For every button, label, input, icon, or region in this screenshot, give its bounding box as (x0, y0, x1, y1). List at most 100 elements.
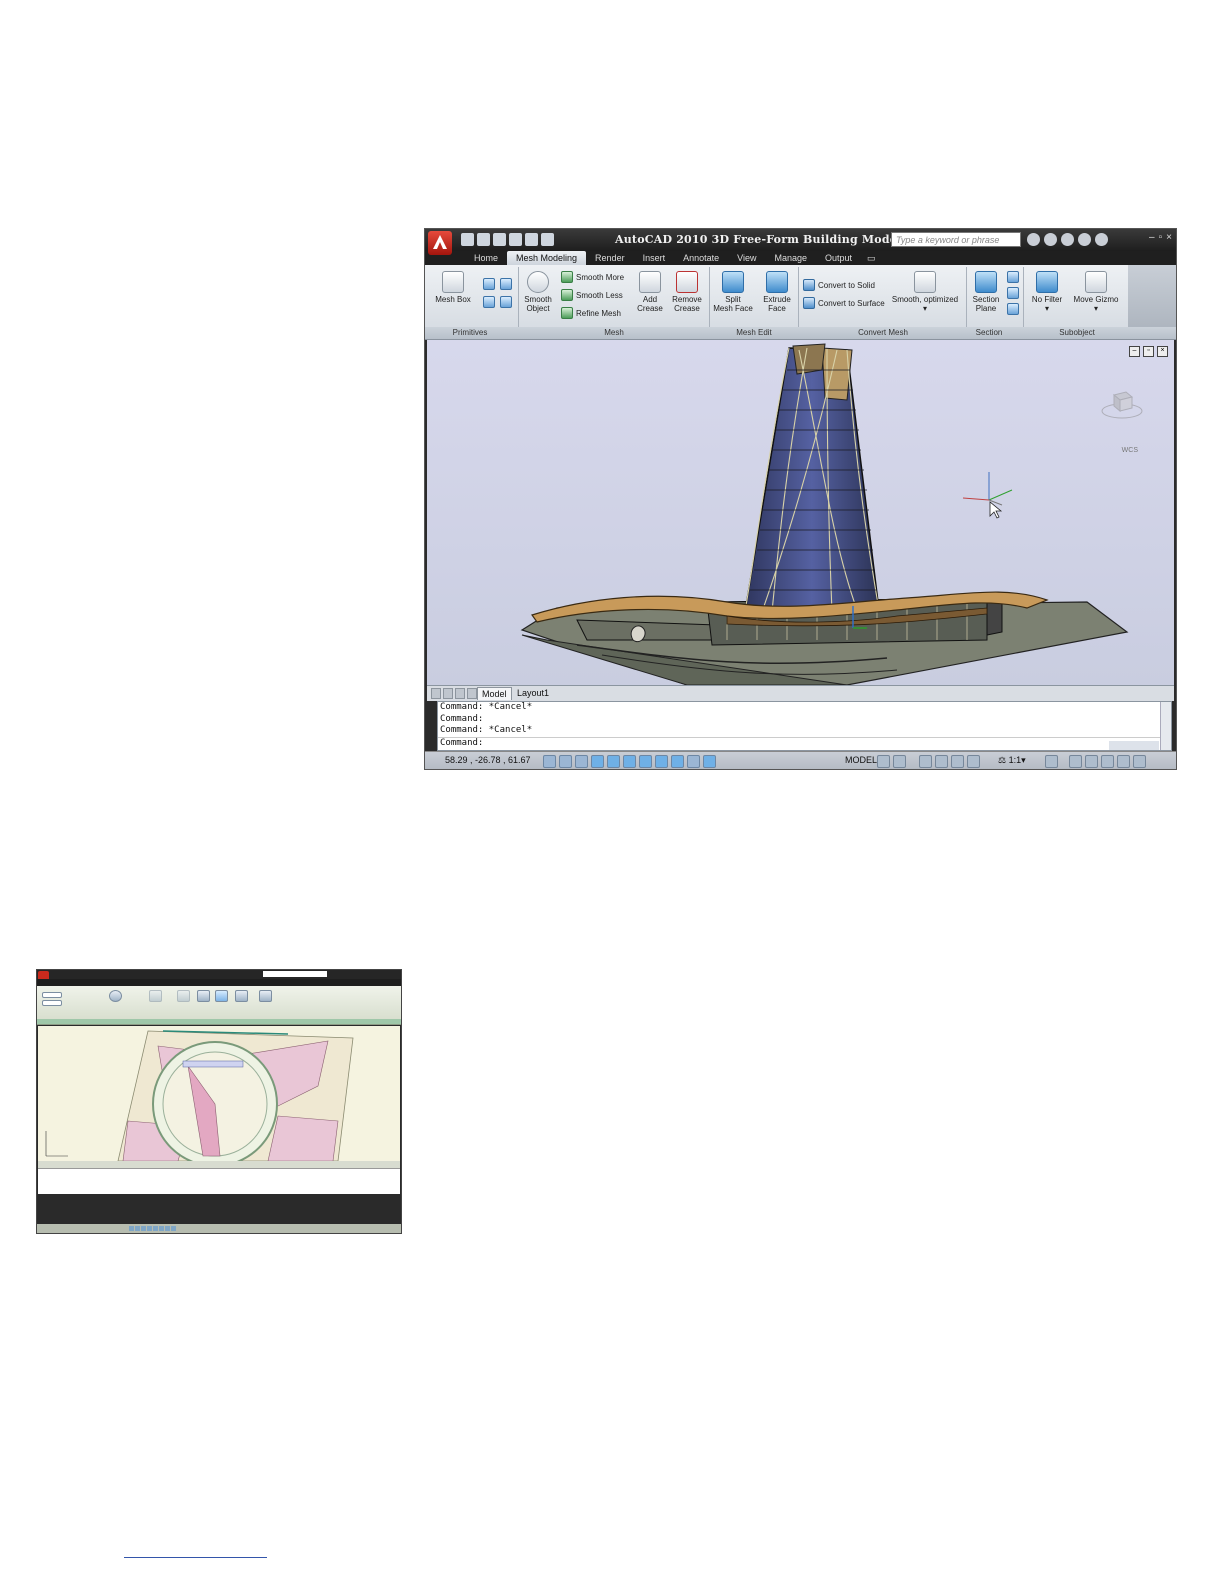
hardware-acceleration-icon[interactable] (1101, 755, 1114, 768)
command-scrollbar[interactable] (1160, 702, 1171, 750)
thumbnail-search-input[interactable] (263, 971, 327, 977)
tab-home[interactable]: Home (465, 251, 507, 265)
communication-center-icon[interactable] (1044, 233, 1057, 246)
dynamic-ucs-icon[interactable] (655, 755, 668, 768)
convert-to-surface-button[interactable]: Convert to Surface (803, 297, 885, 309)
section-plane-button[interactable]: Section Plane (969, 271, 1003, 313)
wcs-menu[interactable]: WCS (1122, 447, 1138, 454)
coordinate-readout[interactable]: 58.29 , -26.78 , 61.67 (445, 755, 531, 765)
ortho-mode-icon[interactable] (575, 755, 588, 768)
snap-mode-icon[interactable] (543, 755, 556, 768)
model-space-button[interactable]: MODEL (845, 755, 877, 765)
showmotion-icon[interactable] (967, 755, 980, 768)
lineweight-icon[interactable] (687, 755, 700, 768)
thumbnail-command-line[interactable] (38, 1168, 400, 1194)
tab-annotate[interactable]: Annotate (674, 251, 728, 265)
live-section-icon[interactable] (1007, 271, 1019, 283)
quick-view-drawings-icon[interactable] (893, 755, 906, 768)
annotation-visibility-icon[interactable] (1045, 755, 1058, 768)
thumbnail-drawing-viewport[interactable] (38, 1026, 400, 1161)
annotation-scale-dropdown[interactable]: ⚖ 1:1▾ (998, 755, 1026, 766)
zoom-icon[interactable] (935, 755, 948, 768)
quick-properties-icon[interactable] (703, 755, 716, 768)
thumbnail-toggle-icon[interactable] (129, 1226, 134, 1231)
thumbnail-tool-icon[interactable] (197, 990, 210, 1002)
open-file-icon[interactable] (477, 233, 490, 246)
pan-icon[interactable] (919, 755, 932, 768)
tab-layout1[interactable]: Layout1 (513, 687, 553, 699)
tab-model[interactable]: Model (477, 687, 512, 700)
help-icon[interactable] (1095, 233, 1108, 246)
isolate-objects-icon[interactable] (1117, 755, 1130, 768)
prev-layout-arrow-icon[interactable] (443, 688, 453, 699)
thumbnail-toggle-icon[interactable] (153, 1226, 158, 1231)
generate-section-icon[interactable] (1007, 303, 1019, 315)
close-button[interactable]: × (1166, 232, 1172, 243)
viewport-minimize-button[interactable]: – (1129, 346, 1140, 357)
mesh-cylinder-icon[interactable] (483, 278, 495, 290)
object-snap-tracking-icon[interactable] (639, 755, 652, 768)
remove-crease-button[interactable]: Remove Crease (669, 271, 705, 313)
move-gizmo-dropdown[interactable]: Move Gizmo ▾ (1071, 271, 1121, 313)
smooth-less-button[interactable]: Smooth Less (561, 289, 623, 301)
object-snap-icon[interactable] (607, 755, 620, 768)
add-crease-button[interactable]: Add Crease (633, 271, 667, 313)
drawing-viewport[interactable]: – ▫ × WCS (427, 340, 1174, 685)
search-input[interactable]: Type a keyword or phrase (891, 232, 1021, 247)
thumbnail-toggle-icon[interactable] (141, 1226, 146, 1231)
thumbnail-active-tool-icon[interactable] (215, 990, 228, 1002)
workspace-switching-icon[interactable] (1069, 755, 1082, 768)
command-prompt[interactable]: Command: (438, 736, 1171, 750)
tab-mesh-modeling[interactable]: Mesh Modeling (507, 251, 587, 265)
maximize-button[interactable]: ▫ (1159, 232, 1163, 243)
thumbnail-dropdown[interactable] (42, 1000, 62, 1006)
tab-insert[interactable]: Insert (634, 251, 675, 265)
thumbnail-globe-icon[interactable] (109, 990, 122, 1002)
tab-render[interactable]: Render (586, 251, 634, 265)
thumbnail-tool-icon[interactable] (259, 990, 272, 1002)
mesh-box-button[interactable]: Mesh Box (435, 271, 471, 304)
panel-title-primitives[interactable]: Primitives (435, 327, 505, 339)
mesh-wedge-icon[interactable] (500, 296, 512, 308)
binoculars-icon[interactable] (1027, 233, 1040, 246)
clean-screen-icon[interactable] (1133, 755, 1146, 768)
last-layout-arrow-icon[interactable] (467, 688, 477, 699)
split-mesh-face-button[interactable]: Split Mesh Face (711, 271, 755, 313)
ribbon-minimize-icon[interactable]: ▭ (861, 251, 882, 265)
mesh-cone-icon[interactable] (500, 278, 512, 290)
plot-icon[interactable] (541, 233, 554, 246)
extrude-face-button[interactable]: Extrude Face (759, 271, 795, 313)
polar-tracking-icon[interactable] (591, 755, 604, 768)
panel-title-mesh[interactable]: Mesh (521, 327, 707, 339)
favorites-star-icon[interactable] (1078, 233, 1091, 246)
panel-title-convert-mesh[interactable]: Convert Mesh (801, 327, 965, 339)
3d-object-snap-icon[interactable] (623, 755, 636, 768)
undo-icon[interactable] (509, 233, 522, 246)
thumbnail-toggle-icon[interactable] (147, 1226, 152, 1231)
convert-to-solid-button[interactable]: Convert to Solid (803, 279, 875, 291)
tab-manage[interactable]: Manage (765, 251, 816, 265)
first-layout-arrow-icon[interactable] (431, 688, 441, 699)
thumbnail-toggle-icon[interactable] (165, 1226, 170, 1231)
command-horizontal-scrollbar[interactable] (1109, 741, 1159, 750)
quick-view-layouts-icon[interactable] (877, 755, 890, 768)
toolbar-lock-icon[interactable] (1085, 755, 1098, 768)
thumbnail-dropdown[interactable] (42, 992, 62, 998)
tab-view[interactable]: View (728, 251, 765, 265)
command-line-window[interactable]: Command: *Cancel* Command: Command: *Can… (437, 701, 1172, 751)
thumbnail-toggle-icon[interactable] (159, 1226, 164, 1231)
redo-icon[interactable] (525, 233, 538, 246)
refine-mesh-button[interactable]: Refine Mesh (561, 307, 621, 319)
add-jog-icon[interactable] (1007, 287, 1019, 299)
save-icon[interactable] (493, 233, 506, 246)
grid-display-icon[interactable] (559, 755, 572, 768)
panel-title-mesh-edit[interactable]: Mesh Edit (711, 327, 797, 339)
panel-title-subobject[interactable]: Subobject (1027, 327, 1127, 339)
panel-title-section[interactable]: Section (969, 327, 1009, 339)
no-filter-dropdown[interactable]: No Filter ▾ (1027, 271, 1067, 313)
next-layout-arrow-icon[interactable] (455, 688, 465, 699)
smooth-optimized-dropdown[interactable]: Smooth, optimized ▾ (889, 271, 961, 313)
thumbnail-toggle-icon[interactable] (135, 1226, 140, 1231)
subscription-icon[interactable] (1061, 233, 1074, 246)
viewport-restore-button[interactable]: ▫ (1143, 346, 1154, 357)
